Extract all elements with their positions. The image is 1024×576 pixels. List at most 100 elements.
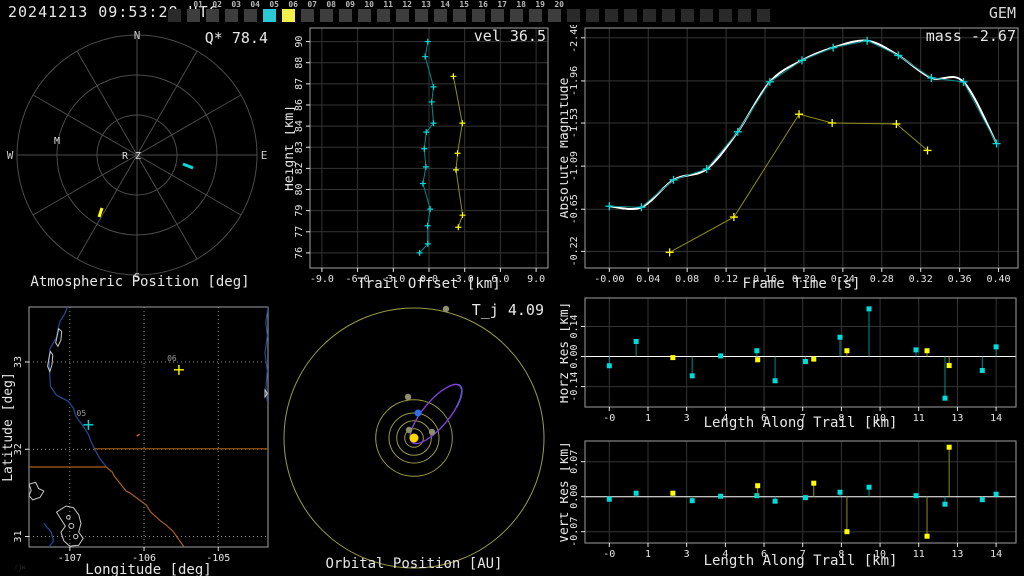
stem-point [811, 356, 817, 362]
camera-box-label: 16 [478, 0, 488, 9]
stem-point [772, 378, 778, 384]
stem-point [772, 498, 778, 504]
camera-box-label: 04 [250, 0, 260, 9]
cross-marker [795, 110, 804, 119]
stem-point [755, 483, 761, 489]
terrain-outline-hole [66, 515, 71, 520]
cross-marker [419, 180, 426, 187]
stem-point [755, 357, 761, 363]
camera-box-blank[interactable] [719, 9, 732, 22]
camera-box-02[interactable]: 02 [206, 0, 222, 22]
stem-point [606, 496, 612, 502]
camera-box-06[interactable]: 06 [282, 0, 298, 22]
camera-box-blank[interactable] [605, 9, 618, 22]
river-line [48, 307, 107, 468]
camera-box-blank[interactable] [567, 9, 580, 22]
x-tick-label: 14 [990, 413, 1002, 424]
camera-box-label: 15 [459, 0, 469, 9]
cross-marker [450, 73, 457, 80]
y-axis-title: Latitude [deg] [1, 372, 16, 482]
camera-box-blank[interactable] [586, 9, 599, 22]
camera-box-08[interactable]: 08 [320, 0, 336, 22]
camera-box-blank[interactable] [662, 9, 675, 22]
camera-box-10[interactable]: 10 [358, 0, 374, 22]
x-tick-label: 0.36 [948, 274, 972, 285]
stem-series-camera-06 [670, 348, 952, 369]
camera-box-01[interactable]: 01 [187, 0, 203, 22]
camera-box-blank[interactable] [168, 9, 181, 22]
camera-box-11[interactable]: 11 [377, 0, 393, 22]
stat-value: Q* 78.4 [205, 29, 268, 47]
camera-box-15[interactable]: 15 [453, 0, 469, 22]
polar-annotation-R: R [122, 151, 129, 162]
x-tick-label: 9.0 [527, 274, 545, 285]
border-line [105, 466, 185, 547]
camera-box-blank[interactable] [700, 9, 713, 22]
camera-box-03[interactable]: 03 [225, 0, 241, 22]
terrain-outline [47, 350, 54, 374]
camera-box-17[interactable]: 17 [491, 0, 507, 22]
camera-box-label: 07 [307, 0, 317, 9]
camera-box-blank[interactable] [643, 9, 656, 22]
x-axis-title: Frame Time [s] [742, 276, 860, 292]
cross-marker [729, 213, 738, 222]
camera-box-12[interactable]: 12 [396, 0, 412, 22]
camera-box-blank[interactable] [738, 9, 751, 22]
station-marker-06 [173, 364, 184, 375]
y-tick-label: 33 [13, 356, 24, 368]
camera-box-label: 10 [364, 0, 374, 9]
plot-border [584, 440, 1017, 544]
camera-box-label: 12 [402, 0, 412, 9]
x-tick-label: 13 [951, 549, 963, 560]
white-fit-curve [609, 39, 998, 210]
planet-dot-jupiter [442, 305, 450, 313]
camera-box-13[interactable]: 13 [415, 0, 431, 22]
axis-ticks [581, 37, 1000, 272]
series-markers-camera-06 [450, 73, 466, 231]
camera-box-14[interactable]: 14 [434, 0, 450, 22]
x-tick-label: -0 [603, 549, 615, 560]
watermark: rjw [15, 564, 26, 571]
meteor-analysis-app: 20241213 09:53:28 UTC 01 02 03 04 05 06 07 08 09… [0, 0, 1024, 576]
station-label-05: 05 [77, 409, 87, 418]
stat-value: T_j 4.09 [472, 301, 544, 319]
cross-marker [829, 43, 838, 52]
camera-box-blank[interactable] [681, 9, 694, 22]
camera-box-19[interactable]: 19 [529, 0, 545, 22]
cross-marker [665, 248, 674, 257]
x-tick-label: 13 [951, 413, 963, 424]
river-line [43, 522, 55, 547]
camera-box-blank[interactable] [757, 9, 770, 22]
plot-grid [29, 307, 268, 547]
panel-atmospheric-position: NSEW ZRMQ* 78.4Atmospheric Position [deg] [7, 29, 268, 290]
camera-box-09[interactable]: 09 [339, 0, 355, 22]
camera-box-label: 14 [440, 0, 450, 9]
y-tick-label: 76 [294, 247, 305, 259]
polar-annotation-M: M [54, 136, 60, 147]
meteor-track-05 [182, 162, 194, 170]
earth-dot [414, 409, 422, 417]
x-tick-label: -0 [603, 413, 615, 424]
terrain-outline [55, 327, 63, 348]
axis-ticks [581, 461, 997, 547]
cross-marker [455, 224, 462, 231]
camera-box-04[interactable]: 04 [244, 0, 260, 22]
panel-orbital-position: T_j 4.09 Orbital Position [AU] [283, 301, 545, 572]
stem-point [913, 347, 919, 353]
x-tick-label: 0.28 [870, 274, 894, 285]
cross-marker [424, 38, 431, 45]
camera-box-label: 03 [231, 0, 241, 9]
camera-box-blank[interactable] [624, 9, 637, 22]
camera-box-label: 09 [345, 0, 355, 9]
panel-title: Orbital Position [AU] [325, 556, 502, 572]
cross-marker [427, 206, 434, 213]
stem-point [689, 373, 695, 379]
camera-box-05[interactable]: 05 [263, 0, 279, 22]
x-tick-label: 0.32 [909, 274, 933, 285]
camera-box-16[interactable]: 16 [472, 0, 488, 22]
camera-box-label: 01 [193, 0, 203, 9]
x-tick-label: 1 [645, 549, 651, 560]
camera-box-20[interactable]: 20 [548, 0, 564, 22]
camera-box-18[interactable]: 18 [510, 0, 526, 22]
camera-box-07[interactable]: 07 [301, 0, 317, 22]
